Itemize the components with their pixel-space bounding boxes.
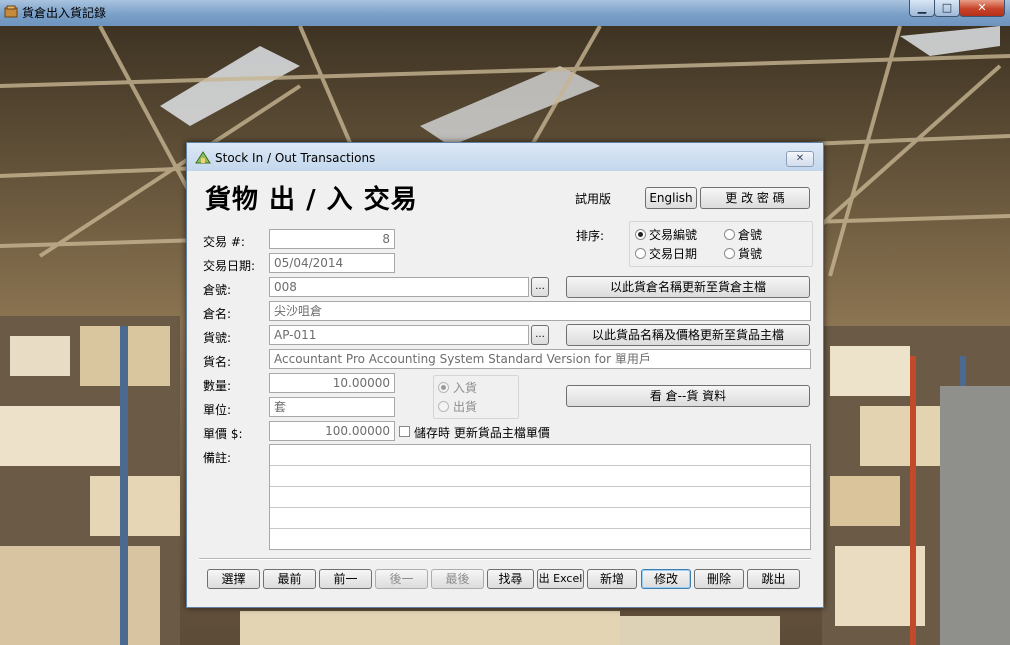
quantity-field[interactable]: 10.00000: [269, 373, 395, 393]
find-button[interactable]: 找尋: [487, 569, 534, 589]
unit-label: 單位:: [203, 403, 232, 417]
txn-date-field[interactable]: 05/04/2014: [269, 253, 395, 273]
maximize-icon: □: [941, 1, 953, 14]
sort-label: 排序:: [576, 229, 605, 243]
maximize-button[interactable]: □: [934, 0, 960, 17]
warehouse-name-field[interactable]: 尖沙咀倉: [269, 301, 811, 321]
sort-by-date-radio[interactable]: [635, 248, 646, 259]
sort-by-date-label: 交易日期: [649, 247, 698, 261]
update-price-checkbox[interactable]: [399, 426, 410, 437]
notes-textarea[interactable]: [269, 444, 811, 550]
minimize-button[interactable]: ▁: [909, 0, 935, 17]
stock-in-label: 入貨: [453, 381, 478, 395]
toolbar-separator: [199, 558, 811, 560]
form-heading: 貨物 出 / 入 交易: [205, 185, 418, 215]
close-icon: ✕: [977, 1, 987, 14]
sort-by-txn-no-label: 交易編號: [649, 228, 698, 242]
stock-in-radio[interactable]: [438, 382, 449, 393]
notes-rule-line: [270, 486, 810, 487]
item-no-label: 貨號:: [203, 331, 232, 345]
update-item-master-button[interactable]: 以此貨品名稱及價格更新至貨品主檔: [566, 324, 810, 346]
next-record-button[interactable]: 後一: [375, 569, 428, 589]
txn-no-field[interactable]: 8: [269, 229, 395, 249]
dialog-body: 貨物 出 / 入 交易 試用版 English 更 改 密 碼 排序: 交易編號…: [187, 171, 823, 607]
notes-rule-line: [270, 465, 810, 466]
previous-record-button[interactable]: 前一: [319, 569, 372, 589]
view-stock-button[interactable]: 看 倉--貨 資料: [566, 385, 810, 407]
warehouse-lookup-button[interactable]: ...: [531, 277, 549, 297]
warehouse-no-label: 倉號:: [203, 283, 232, 297]
unit-price-label: 單價 $:: [203, 427, 243, 441]
english-button[interactable]: English: [645, 187, 697, 209]
quantity-label: 數量:: [203, 379, 232, 393]
dialog-title: Stock In / Out Transactions: [215, 151, 376, 165]
txn-date-label: 交易日期:: [203, 259, 256, 273]
dialog-app-icon: [195, 151, 211, 164]
stock-out-radio[interactable]: [438, 401, 449, 412]
first-record-button[interactable]: 最前: [263, 569, 316, 589]
add-button[interactable]: 新增: [587, 569, 637, 589]
app-title-bar: 貨倉出入貨記錄 ▁ □ ✕: [0, 0, 1010, 26]
item-lookup-button[interactable]: ...: [531, 325, 549, 345]
dialog-title-bar: Stock In / Out Transactions ✕: [187, 143, 823, 171]
warehouse-name-label: 倉名:: [203, 307, 232, 321]
sort-by-warehouse-radio[interactable]: [724, 229, 735, 240]
edit-button[interactable]: 修改: [641, 569, 691, 589]
txn-no-label: 交易 #:: [203, 235, 245, 249]
app-title: 貨倉出入貨記錄: [22, 6, 107, 20]
item-name-label: 貨名:: [203, 355, 232, 369]
close-icon: ✕: [795, 153, 805, 164]
warehouse-no-field[interactable]: 008: [269, 277, 529, 297]
sort-by-warehouse-label: 倉號: [738, 228, 763, 242]
unit-field[interactable]: 套: [269, 397, 395, 417]
close-button[interactable]: ✕: [959, 0, 1005, 17]
trial-version-label: 試用版: [575, 192, 612, 206]
notes-rule-line: [270, 507, 810, 508]
sort-by-item-radio[interactable]: [724, 248, 735, 259]
item-name-field[interactable]: Accountant Pro Accounting System Standar…: [269, 349, 811, 369]
select-button[interactable]: 選擇: [207, 569, 260, 589]
sort-by-txn-no-radio[interactable]: [635, 229, 646, 240]
stock-out-label: 出貨: [453, 400, 478, 414]
exit-button[interactable]: 跳出: [747, 569, 800, 589]
app-icon: [4, 5, 18, 18]
delete-button[interactable]: 刪除: [694, 569, 744, 589]
notes-rule-line: [270, 528, 810, 529]
last-record-button[interactable]: 最後: [431, 569, 484, 589]
dialog-close-button[interactable]: ✕: [786, 151, 814, 167]
stock-transaction-dialog: Stock In / Out Transactions ✕ 貨物 出 / 入 交…: [186, 142, 824, 608]
minimize-icon: ▁: [917, 1, 927, 14]
notes-label: 備註:: [203, 451, 232, 465]
change-password-button[interactable]: 更 改 密 碼: [700, 187, 810, 209]
update-warehouse-master-button[interactable]: 以此貨倉名稱更新至貨倉主檔: [566, 276, 810, 298]
sort-by-item-label: 貨號: [738, 247, 763, 261]
update-price-checkbox-label: 儲存時 更新貨品主檔單價: [414, 426, 550, 440]
item-no-field[interactable]: AP-011: [269, 325, 529, 345]
export-excel-button[interactable]: 出 Excel: [537, 569, 584, 589]
unit-price-field[interactable]: 100.00000: [269, 421, 395, 441]
